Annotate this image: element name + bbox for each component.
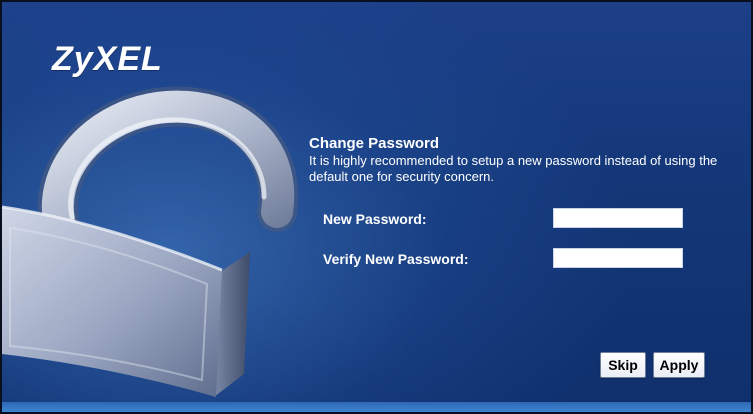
form-description: It is highly recommended to setup a new … xyxy=(309,153,718,184)
change-password-form: Change Password It is highly recommended… xyxy=(309,135,749,268)
login-panel: ZyXEL Change Password It is highly recom… xyxy=(0,0,753,414)
zyxel-logo: ZyXEL xyxy=(52,40,163,78)
new-password-input[interactable] xyxy=(553,208,683,228)
verify-password-row: Verify New Password: xyxy=(323,248,733,272)
new-password-row: New Password: xyxy=(323,208,733,232)
verify-password-input[interactable] xyxy=(553,248,683,268)
new-password-label: New Password: xyxy=(323,211,427,227)
apply-button[interactable]: Apply xyxy=(653,352,705,378)
skip-button[interactable]: Skip xyxy=(600,352,646,378)
verify-password-label: Verify New Password: xyxy=(323,251,469,267)
form-title: Change Password xyxy=(309,135,440,152)
